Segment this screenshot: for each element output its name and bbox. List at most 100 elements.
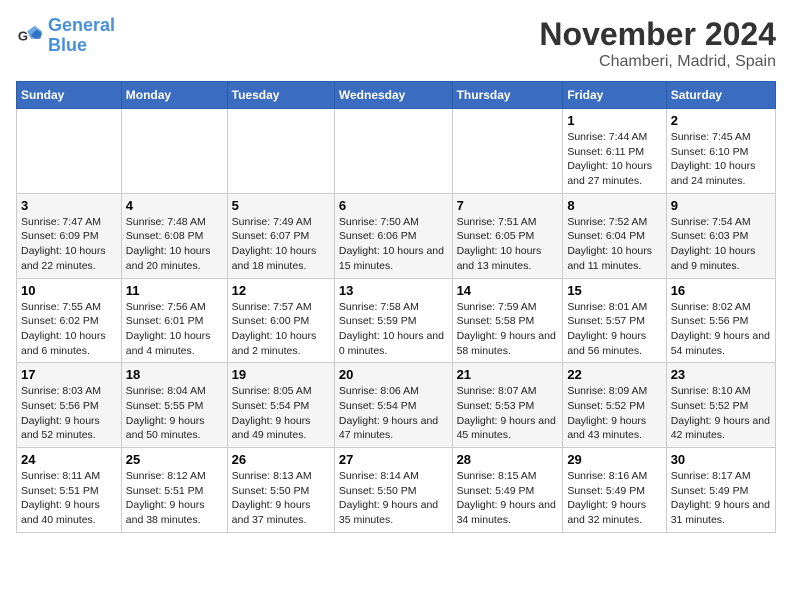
calendar-cell: 1 Sunrise: 7:44 AM Sunset: 6:11 PM Daylig…	[563, 109, 666, 194]
day-number: 9	[671, 198, 771, 213]
calendar-cell: 29 Sunrise: 8:16 AM Sunset: 5:49 PM Dayli…	[563, 448, 666, 533]
day-number: 5	[232, 198, 330, 213]
day-number: 4	[126, 198, 223, 213]
calendar-header-row: SundayMondayTuesdayWednesdayThursdayFrid…	[17, 82, 776, 109]
cell-info: Sunrise: 8:10 AM Sunset: 5:52 PM Dayligh…	[671, 384, 771, 443]
calendar-week-2: 3 Sunrise: 7:47 AM Sunset: 6:09 PM Daylig…	[17, 193, 776, 278]
day-number: 24	[21, 452, 117, 467]
calendar-cell: 20 Sunrise: 8:06 AM Sunset: 5:54 PM Dayli…	[334, 363, 452, 448]
calendar-cell: 14Sunrise: 7:59 AM Sunset: 5:58 PM Dayli…	[452, 278, 563, 363]
logo: G GeneralBlue	[16, 16, 115, 56]
day-header-monday: Monday	[121, 82, 227, 109]
cell-info: Sunrise: 8:06 AM Sunset: 5:54 PM Dayligh…	[339, 384, 448, 443]
day-number: 18	[126, 367, 223, 382]
day-number: 30	[671, 452, 771, 467]
location: Chamberi, Madrid, Spain	[539, 53, 776, 71]
cell-info: Sunrise: 7:56 AM Sunset: 6:01 PM Dayligh…	[126, 300, 223, 359]
cell-info: Sunrise: 7:44 AM Sunset: 6:11 PM Dayligh…	[567, 130, 661, 189]
day-number: 12	[232, 283, 330, 298]
day-number: 16	[671, 283, 771, 298]
day-number: 20	[339, 367, 448, 382]
day-header-thursday: Thursday	[452, 82, 563, 109]
cell-info: Sunrise: 7:57 AM Sunset: 6:00 PM Dayligh…	[232, 300, 330, 359]
cell-info: Sunrise: 8:09 AM Sunset: 5:52 PM Dayligh…	[567, 384, 661, 443]
cell-info: Sunrise: 7:59 AM Sunset: 5:58 PM Dayligh…	[457, 300, 559, 359]
cell-info: Sunrise: 8:12 AM Sunset: 5:51 PM Dayligh…	[126, 469, 223, 528]
calendar-cell: 5 Sunrise: 7:49 AM Sunset: 6:07 PM Daylig…	[227, 193, 334, 278]
day-number: 17	[21, 367, 117, 382]
cell-info: Sunrise: 7:58 AM Sunset: 5:59 PM Dayligh…	[339, 300, 448, 359]
day-number: 23	[671, 367, 771, 382]
cell-info: Sunrise: 8:16 AM Sunset: 5:49 PM Dayligh…	[567, 469, 661, 528]
title-area: November 2024 Chamberi, Madrid, Spain	[539, 16, 776, 71]
calendar-cell: 18 Sunrise: 8:04 AM Sunset: 5:55 PM Dayli…	[121, 363, 227, 448]
day-number: 6	[339, 198, 448, 213]
calendar-cell: 10 Sunrise: 7:55 AM Sunset: 6:02 PM Dayli…	[17, 278, 122, 363]
calendar-cell: 21 Sunrise: 8:07 AM Sunset: 5:53 PM Dayli…	[452, 363, 563, 448]
day-number: 13	[339, 283, 448, 298]
day-number: 29	[567, 452, 661, 467]
cell-info: Sunrise: 8:14 AM Sunset: 5:50 PM Dayligh…	[339, 469, 448, 528]
calendar-cell: 15 Sunrise: 8:01 AM Sunset: 5:57 PM Dayli…	[563, 278, 666, 363]
cell-info: Sunrise: 8:15 AM Sunset: 5:49 PM Dayligh…	[457, 469, 559, 528]
calendar-cell: 19 Sunrise: 8:05 AM Sunset: 5:54 PM Dayli…	[227, 363, 334, 448]
cell-info: Sunrise: 7:50 AM Sunset: 6:06 PM Dayligh…	[339, 215, 448, 274]
cell-info: Sunrise: 8:13 AM Sunset: 5:50 PM Dayligh…	[232, 469, 330, 528]
calendar-week-3: 10 Sunrise: 7:55 AM Sunset: 6:02 PM Dayli…	[17, 278, 776, 363]
calendar-cell: 16 Sunrise: 8:02 AM Sunset: 5:56 PM Dayli…	[666, 278, 775, 363]
day-number: 10	[21, 283, 117, 298]
svg-text:G: G	[18, 28, 28, 43]
cell-info: Sunrise: 8:02 AM Sunset: 5:56 PM Dayligh…	[671, 300, 771, 359]
calendar-cell: 12 Sunrise: 7:57 AM Sunset: 6:00 PM Dayli…	[227, 278, 334, 363]
calendar-table: SundayMondayTuesdayWednesdayThursdayFrid…	[16, 81, 776, 533]
day-number: 2	[671, 113, 771, 128]
calendar-cell: 17 Sunrise: 8:03 AM Sunset: 5:56 PM Dayli…	[17, 363, 122, 448]
cell-info: Sunrise: 8:01 AM Sunset: 5:57 PM Dayligh…	[567, 300, 661, 359]
day-header-friday: Friday	[563, 82, 666, 109]
day-number: 15	[567, 283, 661, 298]
calendar-cell	[452, 109, 563, 194]
calendar-cell: 23 Sunrise: 8:10 AM Sunset: 5:52 PM Dayli…	[666, 363, 775, 448]
cell-info: Sunrise: 7:54 AM Sunset: 6:03 PM Dayligh…	[671, 215, 771, 274]
calendar-cell: 13 Sunrise: 7:58 AM Sunset: 5:59 PM Dayli…	[334, 278, 452, 363]
cell-info: Sunrise: 7:55 AM Sunset: 6:02 PM Dayligh…	[21, 300, 117, 359]
calendar-cell: 22Sunrise: 8:09 AM Sunset: 5:52 PM Dayli…	[563, 363, 666, 448]
day-number: 11	[126, 283, 223, 298]
calendar-week-5: 24Sunrise: 8:11 AM Sunset: 5:51 PM Dayli…	[17, 448, 776, 533]
calendar-week-1: 1 Sunrise: 7:44 AM Sunset: 6:11 PM Daylig…	[17, 109, 776, 194]
calendar-cell: 8Sunrise: 7:52 AM Sunset: 6:04 PM Daylig…	[563, 193, 666, 278]
day-number: 19	[232, 367, 330, 382]
day-header-tuesday: Tuesday	[227, 82, 334, 109]
logo-icon: G	[16, 22, 44, 50]
cell-info: Sunrise: 7:45 AM Sunset: 6:10 PM Dayligh…	[671, 130, 771, 189]
month-title: November 2024	[539, 16, 776, 53]
day-number: 28	[457, 452, 559, 467]
cell-info: Sunrise: 8:03 AM Sunset: 5:56 PM Dayligh…	[21, 384, 117, 443]
calendar-cell: 4 Sunrise: 7:48 AM Sunset: 6:08 PM Daylig…	[121, 193, 227, 278]
cell-info: Sunrise: 7:52 AM Sunset: 6:04 PM Dayligh…	[567, 215, 661, 274]
cell-info: Sunrise: 8:05 AM Sunset: 5:54 PM Dayligh…	[232, 384, 330, 443]
logo-name: GeneralBlue	[48, 16, 115, 56]
cell-info: Sunrise: 7:47 AM Sunset: 6:09 PM Dayligh…	[21, 215, 117, 274]
day-header-wednesday: Wednesday	[334, 82, 452, 109]
cell-info: Sunrise: 7:51 AM Sunset: 6:05 PM Dayligh…	[457, 215, 559, 274]
cell-info: Sunrise: 8:07 AM Sunset: 5:53 PM Dayligh…	[457, 384, 559, 443]
day-number: 1	[567, 113, 661, 128]
cell-info: Sunrise: 7:49 AM Sunset: 6:07 PM Dayligh…	[232, 215, 330, 274]
day-number: 26	[232, 452, 330, 467]
cell-info: Sunrise: 7:48 AM Sunset: 6:08 PM Dayligh…	[126, 215, 223, 274]
calendar-cell: 2 Sunrise: 7:45 AM Sunset: 6:10 PM Daylig…	[666, 109, 775, 194]
calendar-cell	[17, 109, 122, 194]
calendar-cell: 25Sunrise: 8:12 AM Sunset: 5:51 PM Dayli…	[121, 448, 227, 533]
day-number: 21	[457, 367, 559, 382]
header: G GeneralBlue November 2024 Chamberi, Ma…	[16, 16, 776, 71]
day-number: 27	[339, 452, 448, 467]
calendar-cell: 7Sunrise: 7:51 AM Sunset: 6:05 PM Daylig…	[452, 193, 563, 278]
calendar-cell	[334, 109, 452, 194]
calendar-cell	[121, 109, 227, 194]
cell-info: Sunrise: 8:04 AM Sunset: 5:55 PM Dayligh…	[126, 384, 223, 443]
calendar-cell	[227, 109, 334, 194]
calendar-cell: 9 Sunrise: 7:54 AM Sunset: 6:03 PM Daylig…	[666, 193, 775, 278]
day-number: 3	[21, 198, 117, 213]
calendar-body: 1 Sunrise: 7:44 AM Sunset: 6:11 PM Daylig…	[17, 109, 776, 533]
